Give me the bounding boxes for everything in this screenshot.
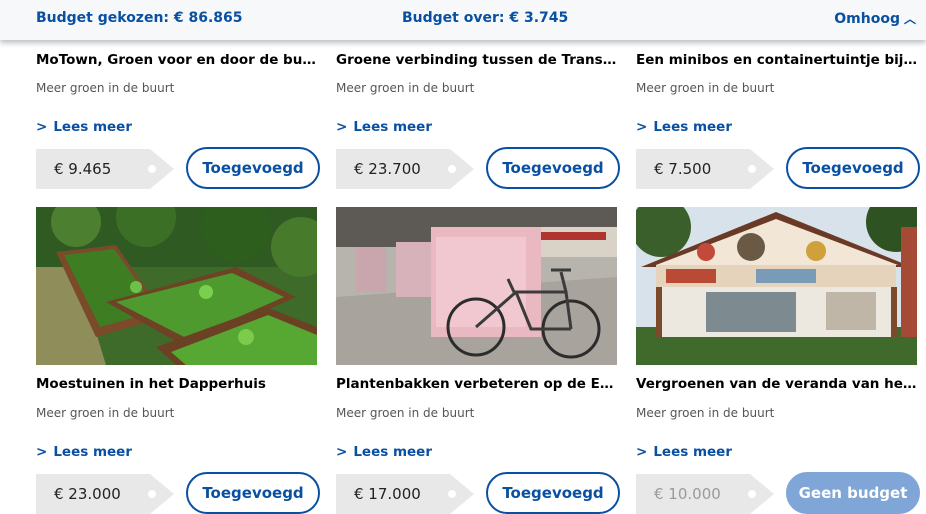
added-button[interactable]: Toegevoegd xyxy=(786,147,920,189)
project-category: Meer groen in de buurt xyxy=(636,81,775,95)
project-price: € 10.000 xyxy=(636,474,774,514)
project-price: € 7.500 xyxy=(636,149,774,189)
painted-pavilion-photo[interactable] xyxy=(636,207,917,365)
project-category: Meer groen in de buurt xyxy=(36,81,175,95)
added-button[interactable]: Toegevoegd xyxy=(486,472,620,514)
project-category: Meer groen in de buurt xyxy=(36,406,175,420)
read-more-label: Lees meer xyxy=(653,444,732,460)
price-value: € 17.000 xyxy=(354,485,421,503)
read-more-link[interactable]: > Lees meer xyxy=(336,444,432,460)
read-more-label: Lees meer xyxy=(53,119,132,135)
chevron-right-icon: > xyxy=(336,444,348,460)
no-budget-button[interactable]: Geen budget xyxy=(786,472,920,514)
project-price: € 23.000 xyxy=(36,474,174,514)
project-category: Meer groen in de buurt xyxy=(336,406,475,420)
chevron-right-icon: > xyxy=(636,119,648,135)
price-value: € 7.500 xyxy=(654,160,712,178)
read-more-label: Lees meer xyxy=(653,119,732,135)
price-dot xyxy=(748,490,756,498)
chevron-right-icon: > xyxy=(36,119,48,135)
added-button[interactable]: Toegevoegd xyxy=(186,472,320,514)
project-price: € 23.700 xyxy=(336,149,474,189)
project-title: Plantenbakken verbeteren op de Ee... xyxy=(336,376,618,392)
price-dot xyxy=(148,165,156,173)
read-more-link[interactable]: > Lees meer xyxy=(36,444,132,460)
price-value: € 9.465 xyxy=(54,160,112,178)
budget-chosen: Budget gekozen: € 86.865 xyxy=(36,10,243,26)
chevron-right-icon: > xyxy=(336,119,348,135)
price-value: € 23.000 xyxy=(54,485,121,503)
read-more-label: Lees meer xyxy=(53,444,132,460)
read-more-label: Lees meer xyxy=(353,119,432,135)
project-title: Een minibos en containertuintje bij ... xyxy=(636,52,918,68)
price-value: € 10.000 xyxy=(654,485,721,503)
project-title: Groene verbinding tussen de Transv... xyxy=(336,52,618,68)
read-more-link[interactable]: > Lees meer xyxy=(36,119,132,135)
added-button[interactable]: Toegevoegd xyxy=(186,147,320,189)
price-dot xyxy=(148,490,156,498)
bicycle-planters-photo[interactable] xyxy=(336,207,617,365)
scroll-up-button[interactable]: Omhoog ︿ xyxy=(834,10,916,27)
read-more-link[interactable]: > Lees meer xyxy=(636,444,732,460)
budget-bar: Budget gekozen: € 86.865 Budget over: € … xyxy=(0,0,926,40)
read-more-link[interactable]: > Lees meer xyxy=(636,119,732,135)
project-category: Meer groen in de buurt xyxy=(336,81,475,95)
project-title: Vergroenen van de veranda van het ... xyxy=(636,376,918,392)
price-dot xyxy=(748,165,756,173)
project-grid: MoTown, Groen voor en door de buurt Meer… xyxy=(0,0,926,514)
project-price: € 17.000 xyxy=(336,474,474,514)
chevron-up-icon: ︿ xyxy=(903,12,916,26)
price-value: € 23.700 xyxy=(354,160,421,178)
read-more-label: Lees meer xyxy=(353,444,432,460)
scroll-up-label: Omhoog xyxy=(834,11,900,27)
raised-vegetable-beds-photo[interactable] xyxy=(36,207,317,365)
project-title: MoTown, Groen voor en door de buurt xyxy=(36,52,318,68)
project-title: Moestuinen in het Dapperhuis xyxy=(36,376,266,392)
chevron-right-icon: > xyxy=(636,444,648,460)
budget-left: Budget over: € 3.745 xyxy=(402,10,569,26)
added-button[interactable]: Toegevoegd xyxy=(486,147,620,189)
chevron-right-icon: > xyxy=(36,444,48,460)
read-more-link[interactable]: > Lees meer xyxy=(336,119,432,135)
price-dot xyxy=(448,165,456,173)
price-dot xyxy=(448,490,456,498)
project-category: Meer groen in de buurt xyxy=(636,406,775,420)
project-price: € 9.465 xyxy=(36,149,174,189)
